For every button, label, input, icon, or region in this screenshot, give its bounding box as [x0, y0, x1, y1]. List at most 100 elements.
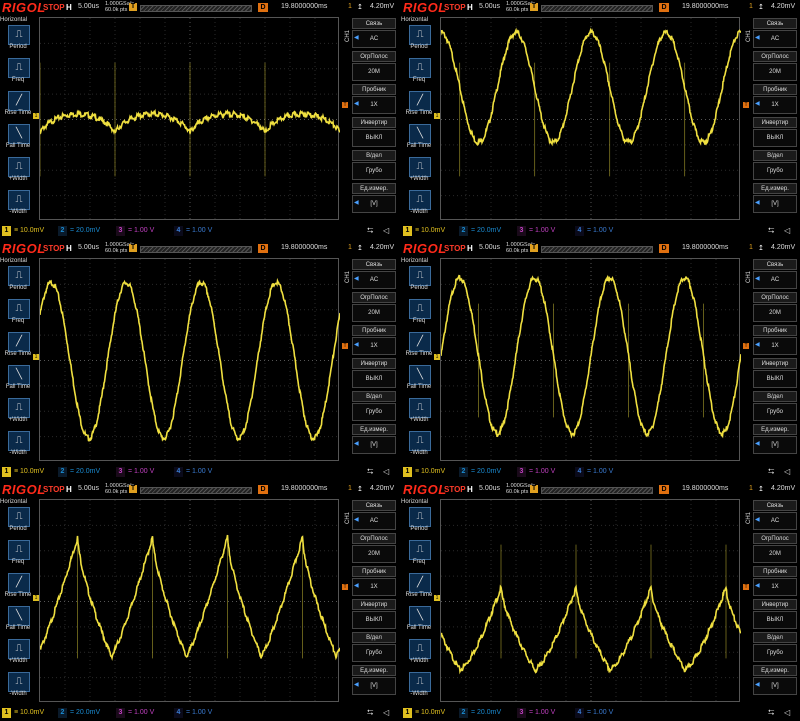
measure-item-falltime[interactable]: ╲ Fall Time: [0, 124, 36, 158]
channel-tag-2[interactable]: 2 = 20.0mV: [58, 708, 100, 718]
channel-setting-item[interactable]: Инвертир ВЫКЛ: [751, 117, 797, 149]
channel-setting-item[interactable]: Связь AC ◀: [751, 259, 797, 291]
channel-setting-item[interactable]: В/дел Грубо: [751, 632, 797, 664]
measure-item-risetime[interactable]: ╱ Rise Time: [401, 573, 437, 607]
measure-item-width[interactable]: ⎍ -Width: [0, 672, 36, 706]
run-state-indicator[interactable]: STOP: [43, 3, 65, 12]
channel-tag-2[interactable]: 2 = 20.0mV: [459, 467, 501, 477]
channel-setting-item[interactable]: Пробник 1X ◀: [350, 325, 396, 357]
measure-item-width[interactable]: ⎍ +Width: [0, 157, 36, 191]
measure-item-period[interactable]: ⎍ Period: [401, 507, 437, 541]
run-state-indicator[interactable]: STOP: [43, 244, 65, 253]
measure-item-falltime[interactable]: ╲ Fall Time: [401, 606, 437, 640]
channel-tag-3[interactable]: 3 = 1.00 V: [116, 467, 154, 477]
channel-setting-item[interactable]: ОгрПолос 20M: [751, 292, 797, 324]
measure-item-freq[interactable]: ⎍ Freq: [0, 540, 36, 574]
channel-setting-item[interactable]: ОгрПолос 20M: [751, 51, 797, 83]
channel-tag-4[interactable]: 4 = 1.00 V: [575, 708, 613, 718]
channel-setting-item[interactable]: Ед.измер. [V] ◀: [751, 424, 797, 456]
measure-item-risetime[interactable]: ╱ Rise Time: [0, 573, 36, 607]
measure-item-risetime[interactable]: ╱ Rise Time: [401, 332, 437, 366]
channel-setting-item[interactable]: Инвертир ВЫКЛ: [350, 358, 396, 390]
measure-item-width[interactable]: ⎍ -Width: [401, 672, 437, 706]
memory-position-bar[interactable]: [541, 487, 653, 494]
run-state-indicator[interactable]: STOP: [444, 485, 466, 494]
ch1-offset-marker[interactable]: 1: [434, 595, 440, 601]
measure-item-period[interactable]: ⎍ Period: [401, 25, 437, 59]
measure-item-width[interactable]: ⎍ +Width: [401, 398, 437, 432]
measure-item-falltime[interactable]: ╲ Fall Time: [0, 606, 36, 640]
ch1-offset-marker[interactable]: 1: [33, 354, 39, 360]
speaker-icon[interactable]: ◁: [383, 708, 389, 717]
measure-item-width[interactable]: ⎍ -Width: [0, 190, 36, 224]
channel-setting-item[interactable]: Связь AC ◀: [751, 18, 797, 50]
measure-item-period[interactable]: ⎍ Period: [0, 266, 36, 300]
channel-tag-2[interactable]: 2 = 20.0mV: [459, 708, 501, 718]
trigger-level-marker[interactable]: T: [743, 584, 749, 590]
channel-setting-item[interactable]: Ед.измер. [V] ◀: [751, 183, 797, 215]
measure-item-freq[interactable]: ⎍ Freq: [401, 299, 437, 333]
measure-item-freq[interactable]: ⎍ Freq: [0, 299, 36, 333]
measure-item-period[interactable]: ⎍ Period: [0, 507, 36, 541]
measure-item-width[interactable]: ⎍ -Width: [401, 431, 437, 465]
channel-setting-item[interactable]: ОгрПолос 20M: [350, 533, 396, 565]
channel-setting-item[interactable]: В/дел Грубо: [350, 150, 396, 182]
run-state-indicator[interactable]: STOP: [444, 3, 466, 12]
channel-setting-item[interactable]: В/дел Грубо: [751, 150, 797, 182]
channel-tag-2[interactable]: 2 = 20.0mV: [459, 226, 501, 236]
measure-item-falltime[interactable]: ╲ Fall Time: [401, 365, 437, 399]
trigger-level-marker[interactable]: T: [342, 102, 348, 108]
speaker-icon[interactable]: ◁: [383, 467, 389, 476]
ch1-offset-marker[interactable]: 1: [434, 113, 440, 119]
speaker-icon[interactable]: ◁: [383, 226, 389, 235]
measure-item-freq[interactable]: ⎍ Freq: [0, 58, 36, 92]
measure-item-width[interactable]: ⎍ +Width: [0, 639, 36, 673]
channel-setting-item[interactable]: Инвертир ВЫКЛ: [751, 599, 797, 631]
channel-setting-item[interactable]: Связь AC ◀: [350, 18, 396, 50]
channel-tag-1[interactable]: 1 ≡ 10.0mV: [2, 226, 44, 236]
measure-item-risetime[interactable]: ╱ Rise Time: [401, 91, 437, 125]
channel-setting-item[interactable]: Пробник 1X ◀: [751, 325, 797, 357]
channel-tag-1[interactable]: 1 ≡ 10.0mV: [2, 708, 44, 718]
channel-setting-item[interactable]: В/дел Грубо: [350, 391, 396, 423]
measure-item-period[interactable]: ⎍ Period: [0, 25, 36, 59]
memory-position-bar[interactable]: [541, 246, 653, 253]
channel-setting-item[interactable]: ОгрПолос 20M: [350, 51, 396, 83]
channel-setting-item[interactable]: Инвертир ВЫКЛ: [350, 599, 396, 631]
speaker-icon[interactable]: ◁: [784, 467, 790, 476]
memory-position-bar[interactable]: [140, 5, 252, 12]
measure-item-risetime[interactable]: ╱ Rise Time: [0, 332, 36, 366]
channel-tag-1[interactable]: 1 ≡ 10.0mV: [2, 467, 44, 477]
ch1-offset-marker[interactable]: 1: [33, 595, 39, 601]
channel-setting-item[interactable]: Связь AC ◀: [751, 500, 797, 532]
channel-setting-item[interactable]: Инвертир ВЫКЛ: [350, 117, 396, 149]
run-state-indicator[interactable]: STOP: [43, 485, 65, 494]
channel-tag-3[interactable]: 3 = 1.00 V: [116, 708, 154, 718]
channel-setting-item[interactable]: Ед.измер. [V] ◀: [350, 183, 396, 215]
channel-tag-3[interactable]: 3 = 1.00 V: [517, 708, 555, 718]
channel-setting-item[interactable]: Пробник 1X ◀: [751, 566, 797, 598]
measure-item-falltime[interactable]: ╲ Fall Time: [401, 124, 437, 158]
channel-tag-1[interactable]: 1 ≡ 10.0mV: [403, 708, 445, 718]
measure-item-freq[interactable]: ⎍ Freq: [401, 58, 437, 92]
measure-item-falltime[interactable]: ╲ Fall Time: [0, 365, 36, 399]
channel-tag-1[interactable]: 1 ≡ 10.0mV: [403, 467, 445, 477]
channel-tag-4[interactable]: 4 = 1.00 V: [174, 467, 212, 477]
trigger-level-marker[interactable]: T: [743, 102, 749, 108]
speaker-icon[interactable]: ◁: [784, 226, 790, 235]
trigger-level-marker[interactable]: T: [743, 343, 749, 349]
run-state-indicator[interactable]: STOP: [444, 244, 466, 253]
measure-item-width[interactable]: ⎍ -Width: [0, 431, 36, 465]
measure-item-risetime[interactable]: ╱ Rise Time: [0, 91, 36, 125]
speaker-icon[interactable]: ◁: [784, 708, 790, 717]
measure-item-width[interactable]: ⎍ +Width: [401, 639, 437, 673]
channel-tag-1[interactable]: 1 ≡ 10.0mV: [403, 226, 445, 236]
channel-setting-item[interactable]: Ед.измер. [V] ◀: [350, 424, 396, 456]
channel-setting-item[interactable]: Связь AC ◀: [350, 259, 396, 291]
channel-setting-item[interactable]: Инвертир ВЫКЛ: [751, 358, 797, 390]
channel-tag-4[interactable]: 4 = 1.00 V: [174, 708, 212, 718]
channel-tag-3[interactable]: 3 = 1.00 V: [517, 467, 555, 477]
measure-item-period[interactable]: ⎍ Period: [401, 266, 437, 300]
memory-position-bar[interactable]: [140, 246, 252, 253]
channel-tag-2[interactable]: 2 = 20.0mV: [58, 226, 100, 236]
